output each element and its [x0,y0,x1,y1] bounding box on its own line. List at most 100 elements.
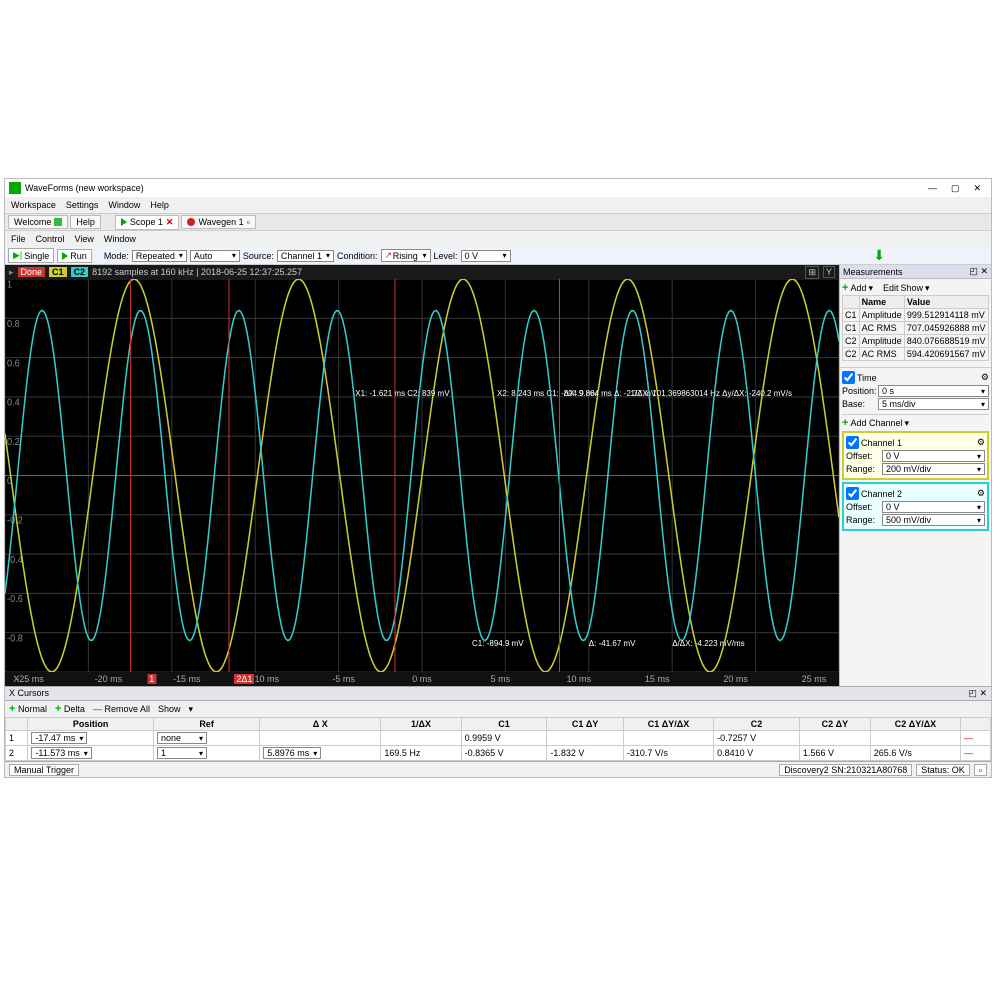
svg-text:1: 1 [7,279,12,290]
plus-icon: + [842,282,848,294]
ch1-range-select[interactable]: 200 mV/div [882,463,985,475]
plus-icon: + [842,417,848,429]
close-icon[interactable]: ▫ [247,217,250,227]
delta-cursor-button[interactable]: Delta [64,704,85,714]
download-icon[interactable]: ⬇ [873,247,885,264]
play-icon [121,218,127,226]
menu-control[interactable]: Control [36,234,65,244]
manual-trigger-button[interactable]: Manual Trigger [9,764,79,776]
sample-info: 8192 samples at 160 kHz | 2018-06-25 12:… [92,267,302,277]
cursor-bot3: Δ/ΔX: -4.223 mV/ms [672,639,744,648]
xcursors-toolbar: + Normal + Delta — Remove All Show▾ [5,701,991,717]
cursor-bot1: C1: -894.9 mV [472,639,524,648]
gear-icon[interactable]: ⚙ [977,488,985,499]
tab-welcome[interactable]: Welcome [8,215,68,229]
plot-tool-icon[interactable]: Y [823,266,835,278]
status-ok: Status: OK [916,764,970,776]
mode-select[interactable]: Repeated [132,250,187,262]
x-axis: X -25 ms-20 ms-15 ms-10 ms-5 ms0 ms5 ms1… [5,672,839,686]
svg-text:-0.6: -0.6 [7,594,23,605]
close-icon[interactable]: ✕ [979,688,987,698]
svg-text:0.4: 0.4 [7,397,20,408]
tab-wavegen[interactable]: Wavegen 1▫ [181,215,255,229]
app-icon [9,182,21,194]
tab-help[interactable]: Help [70,215,101,229]
cursor-idx-label: 1/ΔX: 101.369863014 Hz Δy/ΔX: -240.2 mV/… [631,389,792,398]
menu-workspace[interactable]: Workspace [11,200,56,210]
xcursors-table: PositionRefΔ X1/ΔXC1C1 ΔYC1 ΔY/ΔXC2C2 ΔY… [5,717,991,761]
plot-header: ▸ Done C1 C2 8192 samples at 160 kHz | 2… [5,265,839,279]
minimize-button[interactable]: — [928,183,937,194]
maximize-button[interactable]: ▢ [951,183,960,194]
menu-file[interactable]: File [11,234,26,244]
device-status: Discovery2 SN:210321A80768 [779,764,912,776]
menu-settings[interactable]: Settings [66,200,99,210]
time-position-select[interactable]: 0 s [878,385,989,397]
time-checkbox[interactable] [842,371,855,384]
svg-text:0.6: 0.6 [7,358,20,369]
plot-tool-icon[interactable]: ⊞ [805,266,819,279]
channel1-badge[interactable]: C1 [49,267,67,277]
play-icon [62,252,68,260]
svg-text:0.2: 0.2 [7,437,20,448]
normal-cursor-button[interactable]: Normal [18,704,47,714]
ch1-enable-checkbox[interactable] [846,436,859,449]
tab-scope[interactable]: Scope 1✕ [115,215,180,230]
cursor-x1-label: X1: -1.621 ms C2: 839 mV [355,389,449,398]
condition-label: Condition: [337,251,378,261]
window-title: WaveForms (new workspace) [25,183,144,193]
svg-text:-0.2: -0.2 [7,515,23,526]
ch2-range-select[interactable]: 500 mV/div [882,514,985,526]
menu-view[interactable]: View [75,234,94,244]
auto-select[interactable]: Auto [190,250,240,262]
status-icon: ▫ [974,764,987,776]
level-select[interactable]: 0 V [461,250,511,262]
time-base-select[interactable]: 5 ms/div [878,398,989,410]
measurements-title: Measurements◰ ✕ [840,265,991,279]
close-icon[interactable]: ✕ [166,217,174,228]
single-button[interactable]: ▶|Single [8,248,54,263]
condition-select[interactable]: ↗Rising [381,249,431,262]
scope-menu: File Control View Window [5,231,991,247]
mode-label: Mode: [104,251,129,261]
ch2-offset-select[interactable]: 0 V [882,501,985,513]
gear-icon[interactable]: ⚙ [977,437,985,448]
channel2-badge[interactable]: C2 [71,267,89,277]
status-done: Done [18,267,46,277]
oscilloscope-plot[interactable]: 10.80.60.40.20-0.2-0.4-0.6-0.8-1 X1: -1.… [5,279,839,672]
xcursors-title: X Cursors◰ ✕ [5,686,991,701]
undock-icon[interactable]: ◰ [968,688,977,698]
channel1-box: Channel 1⚙ Offset:0 V Range:200 mV/div [842,431,989,480]
document-tabs: Welcome Help Scope 1✕ Wavegen 1▫ [5,213,991,231]
menu-help[interactable]: Help [150,200,169,210]
remove-all-button[interactable]: Remove All [104,704,150,714]
source-label: Source: [243,251,274,261]
statusbar: Manual Trigger Discovery2 SN:210321A8076… [5,761,991,777]
gear-icon[interactable]: ⚙ [981,372,989,383]
measurements-table: NameValue C1Amplitude999.512914118 mVC1A… [842,295,989,361]
add-channel-button[interactable]: Add Channel [850,418,902,428]
close-icon[interactable]: ✕ [980,266,988,276]
scope-toolbar: ▶|Single Run Mode: Repeated Auto Source:… [5,247,991,265]
close-button[interactable]: ✕ [973,183,981,194]
ch2-enable-checkbox[interactable] [846,487,859,500]
menu-window[interactable]: Window [108,200,140,210]
run-button[interactable]: Run [57,249,92,263]
svg-text:0.8: 0.8 [7,319,20,330]
ch1-offset-select[interactable]: 0 V [882,450,985,462]
plus-icon [54,218,62,226]
add-meas-button[interactable]: Add [850,283,866,293]
menu-window[interactable]: Window [104,234,136,244]
show-cursors-button[interactable]: Show [158,704,181,714]
undock-icon[interactable]: ◰ [969,266,978,276]
channel2-box: Channel 2⚙ Offset:0 V Range:500 mV/div [842,482,989,531]
svg-text:-0.8: -0.8 [7,633,23,644]
source-select[interactable]: Channel 1 [277,250,334,262]
level-label: Level: [434,251,458,261]
record-icon [187,218,195,226]
edit-meas-button[interactable]: Edit [883,283,899,293]
titlebar: WaveForms (new workspace) — ▢ ✕ [5,179,991,197]
main-menu: Workspace Settings Window Help [5,197,991,213]
show-meas-button[interactable]: Show [901,283,924,293]
cursor-bot2: Δ: -41.67 mV [589,639,636,648]
